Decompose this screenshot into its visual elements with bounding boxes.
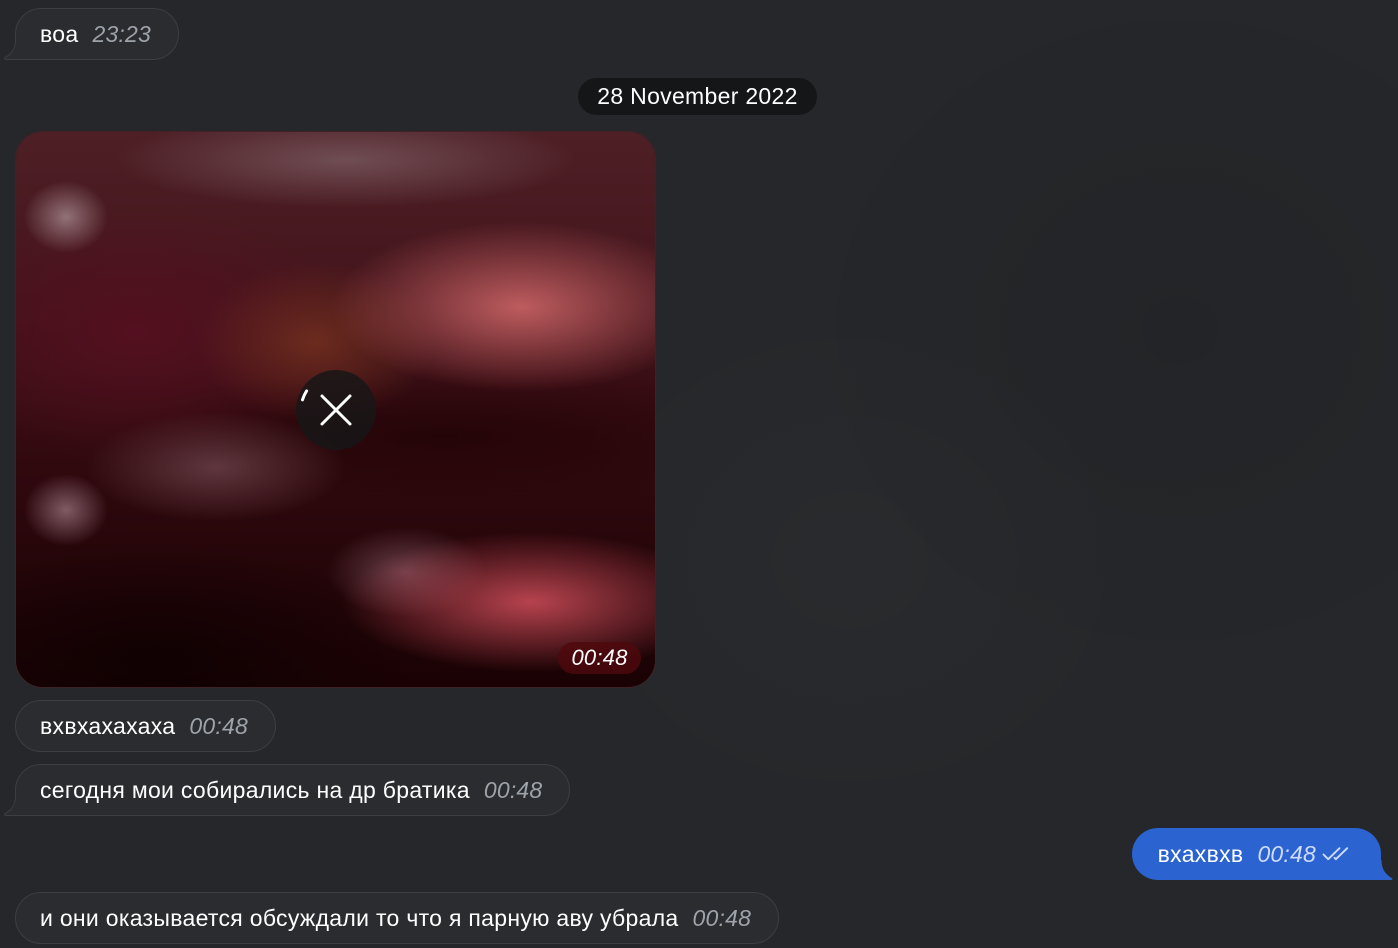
message-time: 00:48 <box>692 904 752 931</box>
incoming-message-bubble[interactable]: сегодня мои собирались на др братика 00:… <box>4 764 571 816</box>
outgoing-message-bubble[interactable]: вхахвхв 00:48 <box>1131 828 1393 880</box>
cancel-download-button[interactable] <box>296 370 376 450</box>
message-time: 00:48 <box>1257 840 1316 867</box>
incoming-message-bubble[interactable]: вхвхахахаха 00:48 <box>15 700 276 752</box>
date-label: 28 November 2022 <box>597 83 798 109</box>
bubble-tail <box>1370 860 1393 880</box>
incoming-message-bubble[interactable]: воа 23:23 <box>4 8 180 60</box>
bubble-tail <box>4 39 27 60</box>
incoming-photo-message[interactable]: 00:48 <box>15 131 656 688</box>
message-text: и они оказывается обсуждали то что я пар… <box>40 904 679 931</box>
message-time: 00:48 <box>189 712 248 739</box>
date-separator: 28 November 2022 <box>578 78 817 115</box>
message-time: 23:23 <box>92 20 152 47</box>
message-text: воа <box>40 20 79 47</box>
loading-arc-icon <box>301 389 309 402</box>
message-text: вхахвхв <box>1157 840 1244 867</box>
close-icon <box>320 394 352 426</box>
message-time: 00:48 <box>571 645 628 670</box>
incoming-message-bubble[interactable]: и они оказывается обсуждали то что я пар… <box>15 892 780 944</box>
message-time: 00:48 <box>483 776 543 803</box>
double-check-icon <box>1322 847 1349 861</box>
photo-time-badge: 00:48 <box>558 642 641 674</box>
message-text: сегодня мои собирались на др братика <box>40 776 470 803</box>
chat-messages-area[interactable]: воа 23:23 28 November 2022 00:48 вхвхаха… <box>0 0 1398 948</box>
bubble-tail <box>4 795 27 816</box>
message-text: вхвхахахаха <box>40 712 176 739</box>
